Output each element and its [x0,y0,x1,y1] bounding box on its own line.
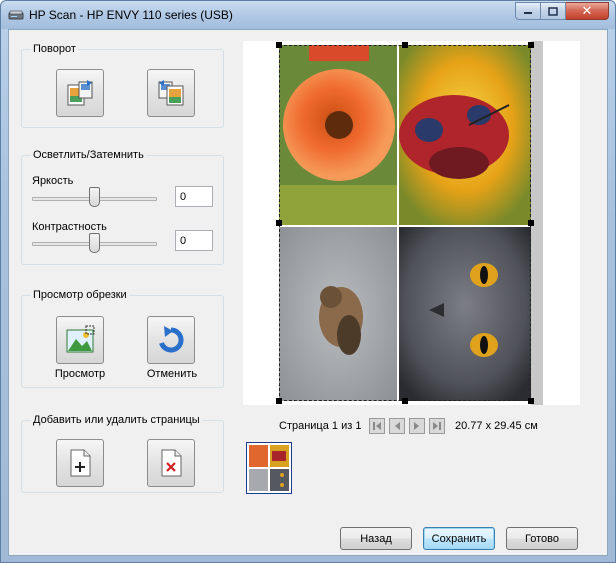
crop-handle-bottom-right[interactable] [528,398,534,404]
page-size: 20.77 x 29.45 см [455,420,538,432]
contrast-input[interactable] [175,230,213,251]
rotate-group-title: Поворот [31,43,78,55]
maximize-button[interactable] [541,2,566,20]
brightness-input[interactable] [175,186,213,207]
delete-page-button[interactable] [147,439,195,487]
app-window: HP Scan - HP ENVY 110 series (USB) ✕ Пов… [0,0,616,563]
pages-group: Добавить или удалить страницы [21,414,224,493]
first-page-icon [373,422,381,430]
adjust-group-title: Осветлить/Затемнить [31,149,146,161]
brightness-slider-thumb[interactable] [89,187,100,207]
save-button[interactable]: Сохранить [423,527,495,550]
last-page-icon [433,422,441,430]
crop-handle-bottom-left[interactable] [276,398,282,404]
add-page-icon [70,449,91,477]
next-page-button[interactable] [409,418,425,434]
page-indicator: Страница 1 из 1 [279,420,362,432]
pages-group-title: Добавить или удалить страницы [31,414,202,426]
next-page-icon [414,422,419,430]
rotate-left-icon [67,80,93,106]
close-button[interactable]: ✕ [566,2,609,20]
done-button[interactable]: Готово [506,527,578,550]
undo-caption: Отменить [146,368,198,380]
preview-caption: Просмотр [54,368,106,380]
page-navigator: Страница 1 из 1 20.77 x 29.45 см [243,418,580,436]
title-bar[interactable]: HP Scan - HP ENVY 110 series (USB) ✕ [1,1,615,29]
rotate-group: Поворот [21,43,224,128]
first-page-button[interactable] [369,418,385,434]
scan-preview-pane[interactable] [243,41,580,405]
crop-handle-top-right[interactable] [528,42,534,48]
window-title: HP Scan - HP ENVY 110 series (USB) [29,8,233,22]
brightness-label: Яркость [32,175,74,187]
close-icon: ✕ [581,3,593,18]
minimize-icon [524,12,532,14]
crop-handle-middle-left[interactable] [276,220,282,226]
client-area: Поворот Осветлить/Затемнить Яркость 0 Ко… [8,29,608,556]
last-page-button[interactable] [429,418,445,434]
crop-group: Просмотр обрезки Просмотр Отменить [21,289,224,388]
crop-handle-middle-right[interactable] [528,220,534,226]
back-button[interactable]: Назад [340,527,412,550]
contrast-slider-thumb[interactable] [89,233,100,253]
previous-page-icon [395,422,400,430]
page-thumbnail[interactable] [246,442,292,494]
add-page-button[interactable] [56,439,104,487]
crop-handle-top-center[interactable] [402,42,408,48]
preview-button[interactable] [56,316,104,364]
undo-button[interactable] [147,316,195,364]
rotate-left-button[interactable] [56,69,104,117]
rotate-right-icon [158,80,184,106]
contrast-label: Контрастность [32,221,107,233]
thumbnail-image [249,445,289,491]
adjust-group: Осветлить/Затемнить Яркость Контрастност… [21,149,224,265]
previous-page-button[interactable] [389,418,405,434]
minimize-button[interactable] [515,2,541,20]
crop-preview-icon [66,325,95,353]
maximize-icon [548,6,558,16]
undo-icon [159,326,184,353]
crop-handle-top-left[interactable] [276,42,282,48]
rotate-right-button[interactable] [147,69,195,117]
scanner-icon [8,10,24,20]
delete-page-icon [161,449,182,477]
crop-frame[interactable] [279,45,531,401]
crop-handle-bottom-center[interactable] [402,398,408,404]
crop-group-title: Просмотр обрезки [31,289,129,301]
